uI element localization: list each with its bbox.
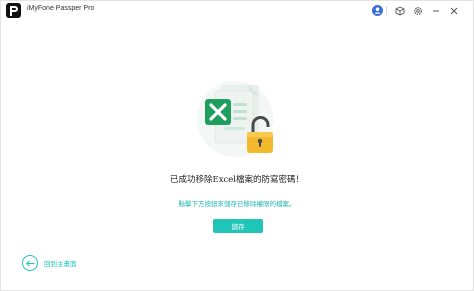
cube-icon[interactable]	[393, 4, 406, 17]
window-title: iMyFone Passper Pro	[27, 5, 95, 12]
app-logo-icon	[6, 3, 21, 18]
save-hint: 點擊下方按鈕來儲存已移除權限的檔案。	[178, 200, 296, 208]
titlebar-divider	[386, 6, 387, 15]
title-bar: iMyFone Passper Pro	[1, 1, 473, 21]
minimize-icon[interactable]	[429, 4, 442, 17]
gear-icon[interactable]	[411, 4, 424, 17]
save-button[interactable]: 儲存	[213, 219, 263, 233]
success-message: 已成功移除Excel檔案的防寫密碼！	[169, 175, 304, 185]
excel-unlocked-illustration	[191, 77, 281, 163]
back-arrow-icon[interactable]	[22, 255, 38, 271]
back-to-home-label[interactable]: 回到主畫面	[44, 258, 77, 268]
app-window: iMyFone Passper Pro 已成功移除Excel檔案的防寫密碼！ 點…	[0, 0, 474, 291]
back-to-home-link[interactable]: 回到主畫面	[22, 254, 77, 272]
close-icon[interactable]	[447, 4, 460, 17]
user-icon[interactable]	[371, 4, 384, 17]
